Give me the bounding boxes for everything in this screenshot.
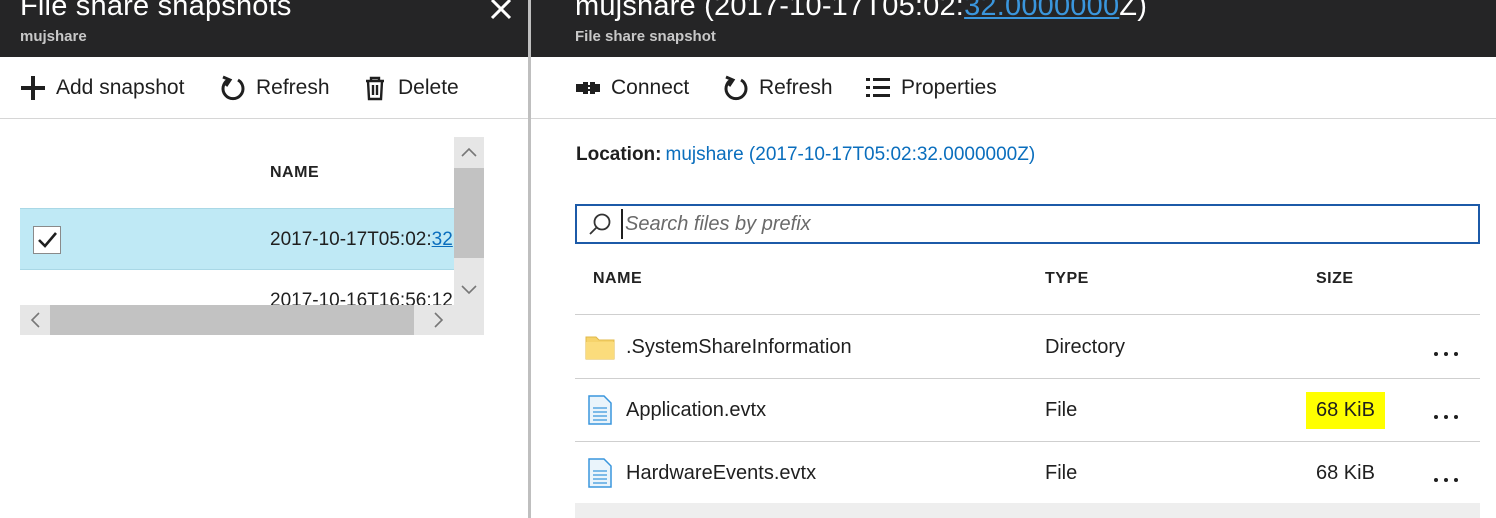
search-input[interactable] <box>621 209 1461 239</box>
location-link[interactable]: mujshare (2017-10-17T05:02:32.0000000Z) <box>666 144 1036 165</box>
file-icon <box>588 458 612 488</box>
close-icon[interactable] <box>486 0 516 24</box>
plus-icon <box>18 73 48 103</box>
vertical-scrollbar[interactable] <box>454 137 484 305</box>
location-breadcrumb: Location: mujshare (2017-10-17T05:02:32.0… <box>576 144 1035 166</box>
trash-icon <box>360 73 390 103</box>
table-footer-strip <box>575 503 1480 518</box>
snapshot-name-column-header[interactable]: NAME <box>270 164 319 182</box>
snapshot-name-prefix: 2017-10-17T05:02: <box>270 229 432 250</box>
horizontal-scrollbar[interactable] <box>20 305 484 335</box>
file-size: 68 KiB <box>1316 462 1375 484</box>
folder-icon <box>585 336 615 360</box>
delete-label: Delete <box>398 76 459 99</box>
more-options-icon[interactable] <box>1431 403 1461 423</box>
plug-icon <box>573 73 603 103</box>
scroll-up-icon[interactable] <box>454 137 484 167</box>
add-snapshot-button[interactable]: Add snapshot <box>18 73 184 103</box>
snapshot-name: 2017-10-16T16:56:12 <box>270 290 453 305</box>
name-column-header[interactable]: NAME <box>593 270 642 288</box>
add-snapshot-label: Add snapshot <box>56 76 185 99</box>
refresh-label: Refresh <box>759 76 833 99</box>
table-row[interactable]: HardwareEvents.evtx File 68 KiB <box>575 442 1480 505</box>
snapshot-blade-title: mujshare (2017-10-17T05:02:32.0000000Z) <box>575 0 1147 23</box>
refresh-files-button[interactable]: Refresh <box>721 73 833 103</box>
snapshot-row[interactable]: 2017-10-17T05:02:32 <box>20 208 454 270</box>
file-type: Directory <box>1045 336 1126 358</box>
properties-label: Properties <box>901 76 997 99</box>
vertical-scroll-thumb[interactable] <box>454 168 484 258</box>
connect-label: Connect <box>611 76 690 99</box>
file-type: File <box>1045 462 1078 484</box>
type-column-header[interactable]: TYPE <box>1045 270 1089 288</box>
scroll-left-icon[interactable] <box>20 305 50 335</box>
file-name[interactable]: .SystemShareInformation <box>626 336 852 359</box>
delete-snapshot-button[interactable]: Delete <box>360 73 459 103</box>
scroll-down-icon[interactable] <box>454 275 484 305</box>
snapshot-blade-header: mujshare (2017-10-17T05:02:32.0000000Z) … <box>531 0 1496 57</box>
properties-button[interactable]: Properties <box>863 73 997 103</box>
files-table-header: NAME TYPE SIZE <box>575 252 1480 315</box>
title-link[interactable]: 32.0000000 <box>964 0 1119 22</box>
file-name[interactable]: Application.evtx <box>626 399 766 422</box>
more-options-icon[interactable] <box>1431 466 1461 486</box>
search-box[interactable] <box>575 204 1480 244</box>
more-options-icon[interactable] <box>1431 340 1461 360</box>
file-type: File <box>1045 399 1078 421</box>
file-name[interactable]: HardwareEvents.evtx <box>626 462 816 485</box>
azure-portal-page: File share snapshots mujshare mujshare (… <box>0 0 1496 518</box>
checkmark-icon <box>38 232 57 248</box>
snapshots-blade-subtitle: mujshare <box>20 28 87 45</box>
table-row[interactable]: .SystemShareInformation Directory <box>575 316 1480 379</box>
file-size-highlighted: 68 KiB <box>1306 392 1385 429</box>
snapshots-blade-header: File share snapshots mujshare <box>0 0 528 57</box>
refresh-icon <box>218 73 248 103</box>
size-column-header[interactable]: SIZE <box>1316 270 1354 288</box>
search-icon <box>589 213 611 235</box>
connect-button[interactable]: Connect <box>573 73 689 103</box>
table-row[interactable]: Application.evtx File 68 KiB <box>575 379 1480 442</box>
snapshots-toolbar: Add snapshot Refresh Delete <box>0 57 528 119</box>
file-icon <box>588 395 612 425</box>
horizontal-scroll-thumb[interactable] <box>50 305 414 335</box>
row-checkbox[interactable] <box>33 226 61 254</box>
refresh-snapshots-button[interactable]: Refresh <box>218 73 330 103</box>
snapshots-blade-title: File share snapshots <box>20 0 292 22</box>
title-suffix: Z) <box>1119 0 1148 22</box>
refresh-icon <box>721 73 751 103</box>
scroll-right-icon[interactable] <box>424 305 454 335</box>
snapshot-row[interactable]: 2017-10-16T16:56:12 <box>20 272 454 305</box>
list-icon <box>863 73 893 103</box>
snapshot-name: 2017-10-17T05:02:32 <box>270 229 453 251</box>
location-label: Location: <box>576 144 662 165</box>
refresh-label: Refresh <box>256 76 330 99</box>
snapshot-blade-subtitle: File share snapshot <box>575 28 716 45</box>
snapshot-name-link[interactable]: 32 <box>432 229 453 250</box>
snapshot-toolbar: Connect Refresh Properties <box>531 57 1496 119</box>
title-prefix: mujshare (2017-10-17T05:02: <box>575 0 965 22</box>
